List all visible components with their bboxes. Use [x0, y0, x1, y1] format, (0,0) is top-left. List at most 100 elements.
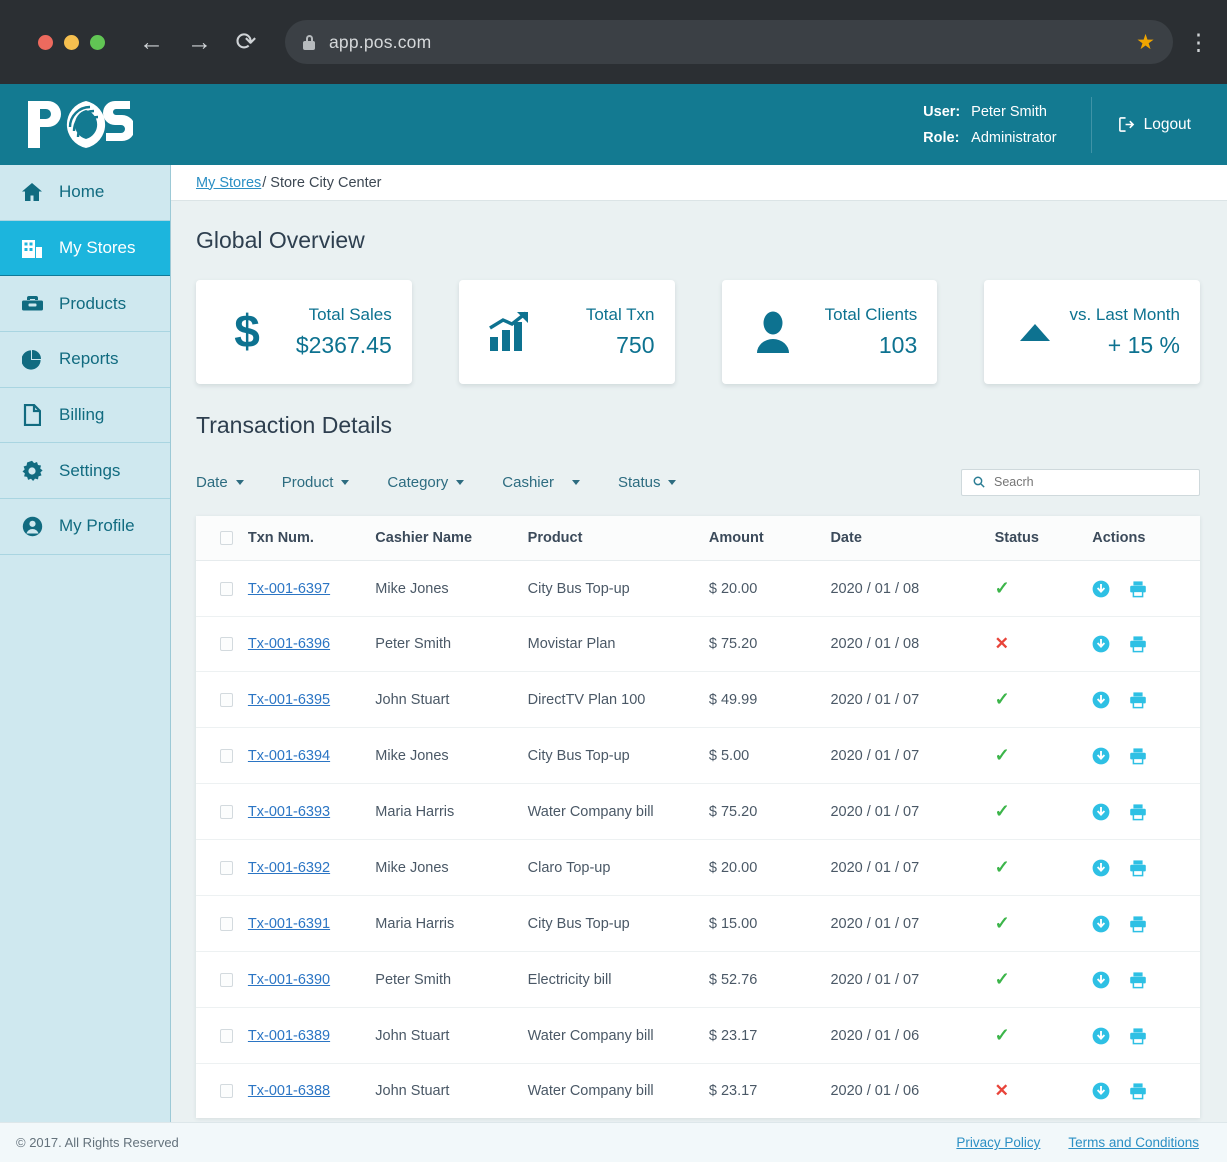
table-row[interactable]: Tx-001-6391 Maria Harris City Bus Top-up $ …: [196, 895, 1200, 952]
txn-link[interactable]: Tx-001-6389: [248, 1028, 330, 1044]
column-header-amount[interactable]: Amount: [708, 516, 831, 561]
cell-product: City Bus Top-up: [527, 727, 709, 784]
print-icon[interactable]: [1129, 971, 1147, 989]
table-row[interactable]: Tx-001-6393 Maria Harris Water Company bil…: [196, 783, 1200, 840]
stat-card-vs-last-month[interactable]: vs. Last Month + 15 %: [984, 280, 1200, 384]
download-icon[interactable]: [1092, 1082, 1110, 1100]
txn-link[interactable]: Tx-001-6391: [248, 916, 330, 932]
sidebar-item-reports[interactable]: Reports: [0, 332, 170, 388]
close-window-button[interactable]: [38, 34, 53, 50]
download-icon[interactable]: [1092, 1027, 1110, 1045]
cell-date: 2020 / 01 / 06: [830, 1083, 920, 1099]
table-row[interactable]: Tx-001-6392 Mike Jones Claro Top-up $ 20.00…: [196, 839, 1200, 896]
bookmark-star-icon[interactable]: ★: [1136, 30, 1155, 55]
download-icon[interactable]: [1092, 747, 1110, 765]
filter-cashier[interactable]: Cashier: [502, 474, 580, 491]
sidebar-item-billing[interactable]: Billing: [0, 388, 170, 444]
sidebar-item-my-profile[interactable]: My Profile: [0, 499, 170, 555]
browser-menu-icon[interactable]: ⋮: [1187, 29, 1210, 56]
download-icon[interactable]: [1092, 971, 1110, 989]
logout-button[interactable]: Logout: [1092, 116, 1227, 134]
privacy-policy-link[interactable]: Privacy Policy: [956, 1135, 1040, 1150]
txn-link[interactable]: Tx-001-6397: [248, 581, 330, 597]
row-checkbox[interactable]: [220, 637, 233, 651]
search-box[interactable]: [961, 468, 1200, 496]
print-icon[interactable]: [1129, 859, 1147, 877]
row-checkbox[interactable]: [220, 1028, 233, 1043]
table-row[interactable]: Tx-001-6388 John Stuart Water Company bill…: [196, 1064, 1200, 1119]
row-checkbox[interactable]: [220, 692, 233, 707]
select-all-checkbox[interactable]: [220, 531, 233, 545]
cell-date: 2020 / 01 / 07: [830, 839, 995, 896]
print-icon[interactable]: [1129, 803, 1147, 821]
footer: © 2017. All Rights Reserved Privacy Poli…: [0, 1122, 1227, 1162]
download-icon[interactable]: [1092, 635, 1110, 653]
back-arrow-icon[interactable]: ←: [139, 29, 164, 55]
print-icon[interactable]: [1129, 915, 1147, 933]
stat-card-total-clients[interactable]: Total Clients 103: [721, 280, 938, 384]
txn-link[interactable]: Tx-001-6394: [248, 748, 330, 764]
row-select-cell: [196, 616, 248, 672]
cell-actions: [1092, 1007, 1200, 1064]
txn-link[interactable]: Tx-001-6393: [248, 804, 330, 820]
filter-product[interactable]: Product: [282, 474, 350, 491]
download-icon[interactable]: [1092, 691, 1110, 709]
filter-category[interactable]: Category: [387, 474, 465, 491]
table-row[interactable]: Tx-001-6397 Mike Jones City Bus Top-up $ 20…: [196, 560, 1200, 617]
print-icon[interactable]: [1129, 580, 1147, 598]
print-icon[interactable]: [1129, 635, 1147, 653]
reload-icon[interactable]: ⟳: [235, 29, 257, 55]
forward-arrow-icon[interactable]: →: [187, 29, 212, 55]
stat-card-total-txn[interactable]: Total Txn 750: [458, 280, 675, 384]
sidebar-item-products[interactable]: Products: [0, 276, 170, 333]
download-icon[interactable]: [1092, 859, 1110, 877]
stat-card-total-sales[interactable]: $ Total Sales $2367.45: [196, 280, 412, 384]
breadcrumb-link-my-stores[interactable]: My Stores: [196, 175, 261, 191]
table-row[interactable]: Tx-001-6394 Mike Jones City Bus Top-up $ 5.…: [196, 727, 1200, 784]
row-checkbox[interactable]: [220, 972, 233, 987]
column-header-status[interactable]: Status: [994, 516, 1093, 561]
stat-card-text: Total Sales $2367.45: [276, 305, 392, 359]
row-checkbox[interactable]: [220, 860, 233, 875]
sidebar-item-home[interactable]: Home: [0, 165, 170, 221]
txn-link[interactable]: Tx-001-6388: [248, 1083, 330, 1099]
filter-date[interactable]: Date: [196, 474, 244, 491]
pos-logo[interactable]: [26, 97, 133, 152]
print-icon[interactable]: [1129, 1082, 1147, 1100]
cell-status: ✓: [994, 895, 1093, 952]
row-checkbox[interactable]: [220, 581, 233, 596]
minimize-window-button[interactable]: [64, 34, 79, 50]
column-header-product[interactable]: Product: [527, 516, 709, 561]
address-bar[interactable]: app.pos.com ★: [285, 20, 1173, 64]
sidebar-item-settings[interactable]: Settings: [0, 443, 170, 500]
sidebar-item-my-stores[interactable]: My Stores: [0, 220, 170, 277]
table-row[interactable]: Tx-001-6390 Peter Smith Electricity bill $ …: [196, 951, 1200, 1008]
terms-conditions-link[interactable]: Terms and Conditions: [1068, 1135, 1199, 1150]
download-icon[interactable]: [1092, 580, 1110, 598]
table-row[interactable]: Tx-001-6395 John Stuart DirectTV Plan 100 $…: [196, 671, 1200, 728]
txn-link[interactable]: Tx-001-6396: [248, 636, 330, 652]
column-header-date[interactable]: Date: [830, 516, 995, 561]
table-row[interactable]: Tx-001-6389 John Stuart Water Company bill…: [196, 1007, 1200, 1064]
print-icon[interactable]: [1129, 691, 1147, 709]
table-row[interactable]: Tx-001-6396 Peter Smith Movistar Plan $ 75.…: [196, 616, 1200, 672]
filter-status[interactable]: Status: [618, 474, 677, 491]
row-checkbox[interactable]: [220, 748, 233, 763]
txn-link[interactable]: Tx-001-6392: [248, 860, 330, 876]
download-icon[interactable]: [1092, 803, 1110, 821]
txn-link[interactable]: Tx-001-6390: [248, 972, 330, 988]
row-checkbox[interactable]: [220, 804, 233, 819]
column-header-txn[interactable]: Txn Num.: [247, 516, 376, 561]
cell-txn: Tx-001-6395: [247, 671, 376, 728]
column-header-cashier[interactable]: Cashier Name: [375, 516, 528, 561]
print-icon[interactable]: [1129, 1027, 1147, 1045]
search-input[interactable]: [994, 475, 1188, 489]
download-icon[interactable]: [1092, 915, 1110, 933]
cell-product: Claro Top-up: [527, 839, 709, 896]
txn-link[interactable]: Tx-001-6395: [248, 692, 330, 708]
row-checkbox[interactable]: [220, 1084, 233, 1098]
row-checkbox[interactable]: [220, 916, 233, 931]
print-icon[interactable]: [1129, 747, 1147, 765]
maximize-window-button[interactable]: [90, 34, 105, 50]
cell-cashier: Mike Jones: [375, 839, 528, 896]
